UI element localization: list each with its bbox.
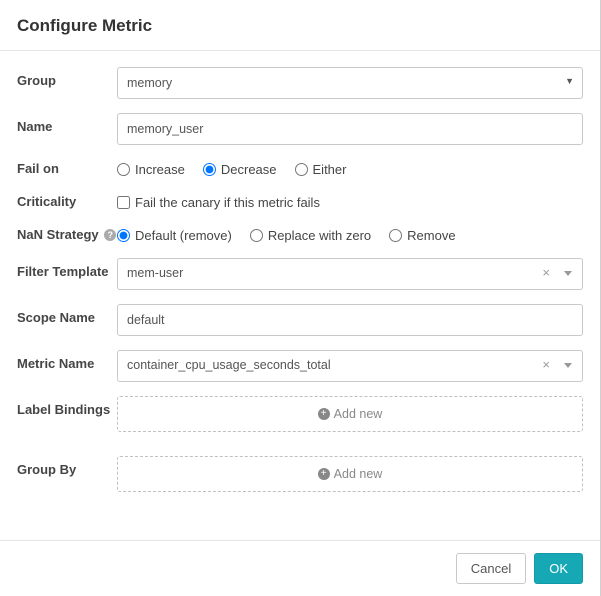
group-by-add-button[interactable]: + Add new — [117, 456, 583, 492]
label-nan-strategy-text: NaN Strategy — [17, 227, 99, 242]
nan-remove-radio[interactable] — [389, 229, 402, 242]
chevron-down-icon[interactable] — [564, 271, 572, 276]
criticality-label: Fail the canary if this metric fails — [135, 195, 320, 210]
metric-name-combo[interactable]: container_cpu_usage_seconds_total × — [117, 350, 583, 382]
fail-on-increase[interactable]: Increase — [117, 162, 185, 177]
dialog-title: Configure Metric — [17, 16, 583, 36]
plus-icon: + — [318, 408, 330, 420]
fail-on-either-radio[interactable] — [295, 163, 308, 176]
label-group-by: Group By — [17, 456, 117, 479]
nan-replace-radio[interactable] — [250, 229, 263, 242]
help-icon[interactable]: ? — [104, 229, 116, 241]
filter-template-clear-icon[interactable]: × — [542, 266, 550, 279]
group-select-wrap: memory — [117, 67, 583, 99]
name-input[interactable] — [117, 113, 583, 145]
dialog-body: Group memory Name Fail on Increase — [0, 51, 600, 518]
filter-template-value: mem-user — [127, 266, 183, 280]
metric-name-value: container_cpu_usage_seconds_total — [127, 358, 331, 372]
metric-name-clear-icon[interactable]: × — [542, 358, 550, 371]
label-group: Group — [17, 67, 117, 90]
nan-replace[interactable]: Replace with zero — [250, 228, 371, 243]
fail-on-decrease-label: Decrease — [221, 162, 277, 177]
label-criticality: Criticality — [17, 192, 117, 211]
add-new-label: Add new — [334, 407, 383, 421]
label-metric-name: Metric Name — [17, 350, 117, 373]
fail-on-increase-label: Increase — [135, 162, 185, 177]
fail-on-either-label: Either — [313, 162, 347, 177]
criticality-checkbox[interactable] — [117, 196, 130, 209]
nan-default-label: Default (remove) — [135, 228, 232, 243]
fail-on-either[interactable]: Either — [295, 162, 347, 177]
label-scope-name: Scope Name — [17, 304, 117, 327]
nan-remove[interactable]: Remove — [389, 228, 455, 243]
label-name: Name — [17, 113, 117, 136]
label-filter-template: Filter Template — [17, 258, 117, 281]
nan-default[interactable]: Default (remove) — [117, 228, 232, 243]
label-bindings: Label Bindings — [17, 396, 117, 419]
label-fail-on: Fail on — [17, 159, 117, 178]
chevron-down-icon[interactable] — [564, 363, 572, 368]
dialog-footer: Cancel OK — [0, 540, 600, 596]
scope-name-input[interactable] — [117, 304, 583, 336]
ok-button[interactable]: OK — [534, 553, 583, 584]
label-nan-strategy: NaN Strategy ? — [17, 225, 117, 244]
nan-replace-label: Replace with zero — [268, 228, 371, 243]
fail-on-decrease[interactable]: Decrease — [203, 162, 277, 177]
nan-default-radio[interactable] — [117, 229, 130, 242]
dialog-header: Configure Metric — [0, 0, 600, 51]
filter-template-combo[interactable]: mem-user × — [117, 258, 583, 290]
nan-remove-label: Remove — [407, 228, 455, 243]
add-new-label: Add new — [334, 467, 383, 481]
plus-icon: + — [318, 468, 330, 480]
criticality-check[interactable]: Fail the canary if this metric fails — [117, 192, 583, 210]
fail-on-decrease-radio[interactable] — [203, 163, 216, 176]
group-select[interactable]: memory — [117, 67, 583, 99]
label-bindings-add-button[interactable]: + Add new — [117, 396, 583, 432]
cancel-button[interactable]: Cancel — [456, 553, 526, 584]
fail-on-increase-radio[interactable] — [117, 163, 130, 176]
